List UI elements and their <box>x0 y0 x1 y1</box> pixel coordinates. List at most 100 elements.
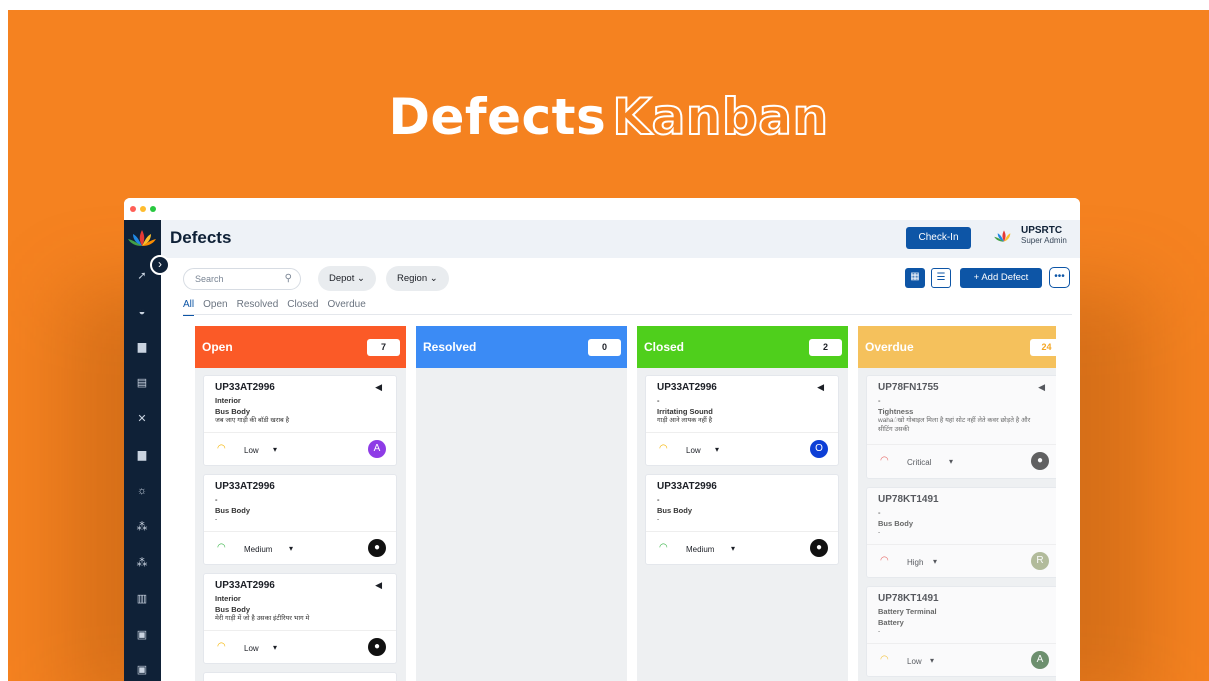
speaker-icon[interactable]: ◀ <box>1038 382 1045 393</box>
column-resolved: Resolved 0 <box>416 326 627 681</box>
user-avatar-icon[interactable]: ● <box>368 638 386 656</box>
priority-dropdown-icon[interactable]: ▾ <box>273 643 277 652</box>
defect-area: - <box>657 396 660 405</box>
maximize-dot[interactable] <box>150 206 156 212</box>
bus-icon[interactable]: ▆ <box>134 340 150 354</box>
column-open: Open 7 UP33AT2996 ◀ Interior Bus Body जब… <box>195 326 406 681</box>
card-divider <box>867 643 1056 644</box>
org-logo-icon <box>994 229 1011 242</box>
check-in-button[interactable]: Check-In <box>906 227 971 249</box>
priority-label: Low <box>244 446 259 455</box>
upsrtc-logo <box>127 228 157 254</box>
speaker-icon[interactable]: ◀ <box>817 382 824 393</box>
settings-icon[interactable]: ☼ <box>134 484 150 498</box>
column-count: 0 <box>588 339 621 356</box>
defect-category: Irritating Sound <box>657 407 713 416</box>
gauge-icon: ◠ <box>217 542 226 553</box>
priority-dropdown-icon[interactable]: ▾ <box>273 445 277 454</box>
avatar[interactable]: R <box>1031 552 1049 570</box>
avatar[interactable]: O <box>810 440 828 458</box>
hero-title: Defects Kanban <box>8 87 1209 147</box>
region-filter-label: Region <box>397 273 428 284</box>
defect-description: wahaंखो गोबाइल मिला है यहां सोट नहीं लेत… <box>878 417 1031 424</box>
column-header: Closed 2 <box>637 326 848 368</box>
region-filter[interactable]: Region ⌄ <box>386 266 449 291</box>
minimize-dot[interactable] <box>140 206 146 212</box>
defect-category: Bus Body <box>657 506 693 515</box>
column-header: Resolved 0 <box>416 326 627 368</box>
defect-card[interactable]: UP33AT2996 ◀ - Irritating Sound गाड़ी आन… <box>645 375 839 466</box>
defect-card[interactable]: UP78KT1491 - Bus Body - ◠ High ▾ R <box>866 487 1056 578</box>
vehicle-id: UP78KT1491 <box>878 494 939 505</box>
priority-dropdown-icon[interactable]: ▾ <box>715 445 719 454</box>
speaker-icon[interactable]: ◀ <box>375 382 382 393</box>
card-divider <box>204 432 396 433</box>
header-bar: Defects Check-In UPSRTC Super Admin <box>161 220 1080 258</box>
hierarchy-icon[interactable]: ⁂ <box>134 556 150 570</box>
document-icon[interactable]: ▥ <box>134 592 150 606</box>
search-placeholder: Search <box>195 274 224 284</box>
team-icon[interactable]: ⁂ <box>134 520 150 534</box>
depot-filter[interactable]: Depot ⌄ <box>318 266 376 291</box>
priority-dropdown-icon[interactable]: ▾ <box>949 457 953 466</box>
gauge-icon: ◠ <box>659 542 668 553</box>
defect-card[interactable]: UP33AT2996 - Bus Body - ◠ Medium ▾ ● <box>645 474 839 565</box>
hero-title-kanban: Kanban <box>611 87 829 147</box>
org-profile[interactable]: UPSRTC Super Admin <box>993 225 1067 246</box>
chevron-down-icon: ⌄ <box>357 273 365 284</box>
depot-icon[interactable]: ▆ <box>134 448 150 462</box>
close-dot[interactable] <box>130 206 136 212</box>
defect-description: - <box>878 628 881 635</box>
defect-card[interactable]: UP33AT2996 - Bus Body - ◠ Medium ▾ ● <box>203 474 397 565</box>
search-input[interactable]: Search ⚲ <box>183 268 301 290</box>
inventory-icon[interactable]: ▣ <box>134 628 150 642</box>
vehicle-id: UP78FN1755 <box>878 382 939 393</box>
list-view-button[interactable]: ☰ <box>931 268 951 288</box>
user-avatar-icon[interactable]: ● <box>810 539 828 557</box>
card-divider <box>867 444 1056 445</box>
grid-icon: ▦ <box>910 271 920 282</box>
card-divider <box>867 544 1056 545</box>
vehicle-id: UP33AT2996 <box>215 382 275 393</box>
gauge-icon: ◠ <box>217 443 226 454</box>
defect-card[interactable]: UP78FN1755 ◀ - Tightness wahaंखो गोबाइल … <box>866 375 1056 479</box>
rocket-icon[interactable]: ➚ <box>134 269 150 283</box>
more-options-button[interactable]: ••• <box>1049 267 1070 288</box>
hero-title-defects: Defects <box>388 88 607 146</box>
priority-dropdown-icon[interactable]: ▾ <box>933 557 937 566</box>
user-avatar-icon[interactable]: ● <box>1031 452 1049 470</box>
user-role: Super Admin <box>1021 236 1067 245</box>
vehicle-id: UP33AT2996 <box>215 481 275 492</box>
defect-area: - <box>657 495 660 504</box>
speaker-icon[interactable]: ◀ <box>375 580 382 591</box>
defect-card[interactable]: UP78KT1491 Battery Terminal Battery - ◠ … <box>866 586 1056 677</box>
fuel-icon[interactable]: ▤ <box>134 376 150 390</box>
column-title: Closed <box>644 340 685 354</box>
kanban-view-button[interactable]: ▦ <box>905 268 925 288</box>
column-closed: Closed 2 UP33AT2996 ◀ - Irritating Sound… <box>637 326 848 681</box>
defect-description: गाड़ी आने लायक नहीं है <box>657 417 713 424</box>
priority-label: Low <box>686 446 701 455</box>
defect-card[interactable]: UP33AT2996 ◀ Interior Bus Body मेरी गाड़… <box>203 573 397 664</box>
sidebar-toggle-button[interactable]: › <box>150 255 170 275</box>
priority-dropdown-icon[interactable]: ▾ <box>289 544 293 553</box>
defect-area: Interior <box>215 396 241 405</box>
avatar[interactable]: A <box>1031 651 1049 669</box>
sidebar: ➚ ◒ ▆ ▤ ✕ ▆ ☼ ⁂ ⁂ ▥ ▣ ▣ <box>124 220 161 681</box>
priority-dropdown-icon[interactable]: ▾ <box>731 544 735 553</box>
avatar[interactable]: A <box>368 440 386 458</box>
priority-dropdown-icon[interactable]: ▾ <box>930 656 934 665</box>
chevron-down-icon: ⌄ <box>429 273 438 284</box>
report-icon[interactable]: ▣ <box>134 663 150 677</box>
tab-divider <box>183 314 1072 315</box>
gauge-icon: ◠ <box>880 555 889 566</box>
defect-category: Bus Body <box>215 407 251 416</box>
dashboard-icon[interactable]: ◒ <box>134 305 150 319</box>
tools-icon[interactable]: ✕ <box>134 412 150 426</box>
card-divider <box>204 630 396 631</box>
org-name: UPSRTC <box>1021 225 1063 236</box>
defect-card[interactable]: UP33AT2996 ◀ Interior Bus Body जब जाए गा… <box>203 375 397 466</box>
defect-card[interactable] <box>203 672 397 681</box>
user-avatar-icon[interactable]: ● <box>368 539 386 557</box>
add-defect-button[interactable]: + Add Defect <box>960 268 1042 288</box>
